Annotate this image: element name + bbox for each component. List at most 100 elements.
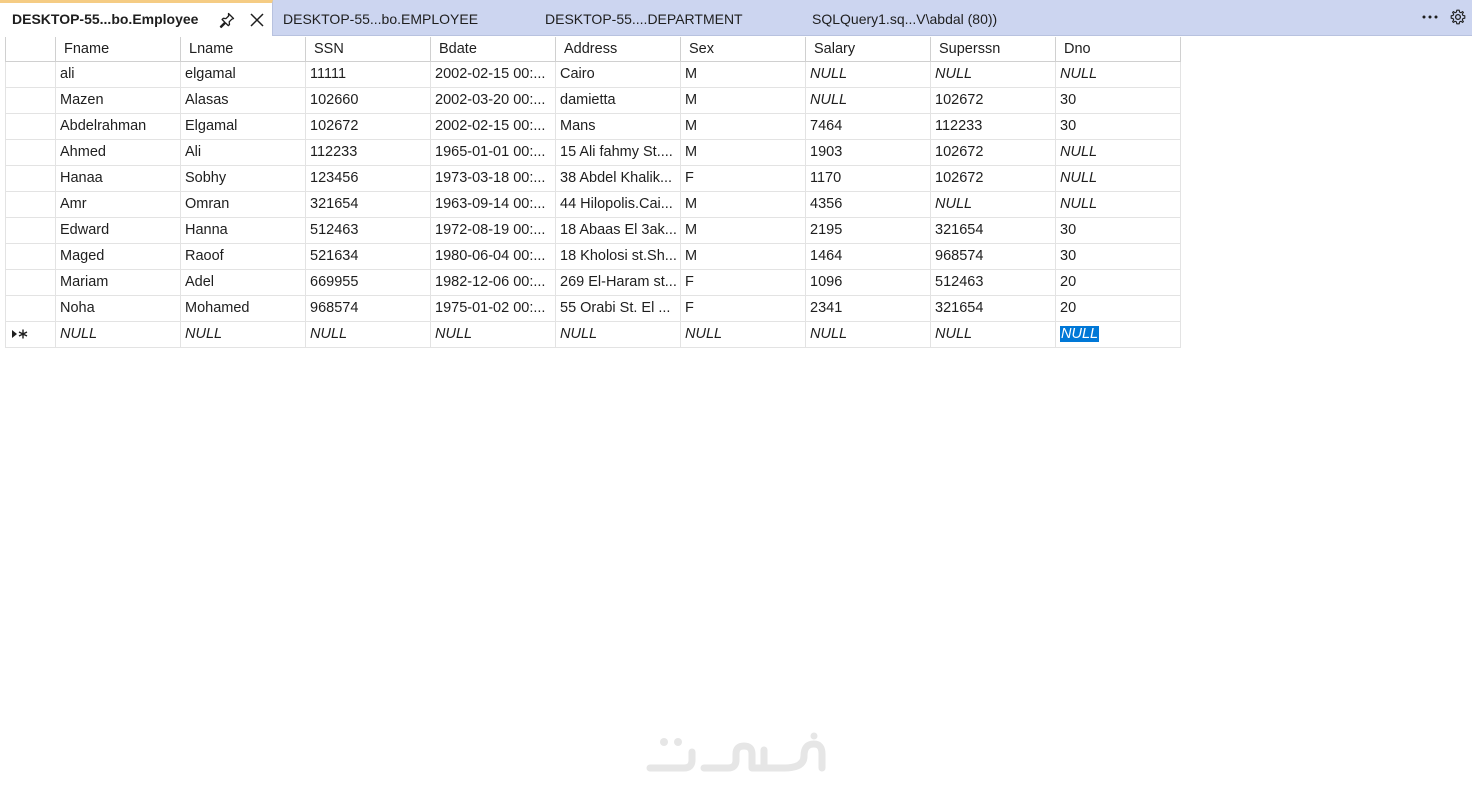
cell-lname[interactable]: Hanna (180, 217, 306, 244)
cell-salary[interactable]: 1903 (805, 139, 931, 166)
cell-salary[interactable]: NULL (805, 87, 931, 114)
row-selector[interactable] (5, 139, 56, 166)
cell-superssn[interactable]: 102672 (930, 139, 1056, 166)
cell-ssn[interactable]: 968574 (305, 295, 431, 322)
cell-fname[interactable]: Abdelrahman (55, 113, 181, 140)
cell-lname[interactable]: Alasas (180, 87, 306, 114)
cell-sex[interactable]: M (680, 113, 806, 140)
table-row[interactable]: Ahmed Ali 112233 1965-01-01 00:... 15 Ali fa… (5, 139, 1181, 166)
column-header-bdate[interactable]: Bdate (430, 37, 556, 62)
cell-bdate[interactable]: 1982-12-06 00:... (430, 269, 556, 296)
new-cell-salary[interactable]: NULL (805, 321, 931, 348)
cell-bdate[interactable]: 1975-01-02 00:... (430, 295, 556, 322)
cell-sex[interactable]: M (680, 243, 806, 270)
new-cell-dno[interactable]: NULL (1055, 321, 1181, 348)
cell-salary[interactable]: 4356 (805, 191, 931, 218)
cell-superssn[interactable]: 102672 (930, 87, 1056, 114)
cell-salary[interactable]: 7464 (805, 113, 931, 140)
cell-sex[interactable]: F (680, 269, 806, 296)
row-selector[interactable] (5, 243, 56, 270)
cell-lname[interactable]: Ali (180, 139, 306, 166)
selected-cell-value[interactable]: NULL (1060, 326, 1100, 342)
cell-sex[interactable]: F (680, 165, 806, 192)
cell-salary[interactable]: 2195 (805, 217, 931, 244)
cell-address[interactable]: 15 Ali fahmy St.... (555, 139, 681, 166)
cell-fname[interactable]: Amr (55, 191, 181, 218)
cell-fname[interactable]: Edward (55, 217, 181, 244)
column-header-fname[interactable]: Fname (55, 37, 181, 62)
cell-ssn[interactable]: 11111 (305, 61, 431, 88)
cell-dno[interactable]: 20 (1055, 269, 1181, 296)
table-row[interactable]: Abdelrahman Elgamal 102672 2002-02-15 00:..… (5, 113, 1181, 140)
cell-bdate[interactable]: 2002-02-15 00:... (430, 61, 556, 88)
cell-dno[interactable]: 30 (1055, 217, 1181, 244)
cell-address[interactable]: 269 El-Haram st... (555, 269, 681, 296)
cell-dno[interactable]: NULL (1055, 165, 1181, 192)
cell-lname[interactable]: Mohamed (180, 295, 306, 322)
table-row[interactable]: Mariam Adel 669955 1982-12-06 00:... 269 El-… (5, 269, 1181, 296)
column-header-sex[interactable]: Sex (680, 37, 806, 62)
table-row[interactable]: Maged Raoof 521634 1980-06-04 00:... 18 Khol… (5, 243, 1181, 270)
new-cell-sex[interactable]: NULL (680, 321, 806, 348)
cell-sex[interactable]: F (680, 295, 806, 322)
table-row[interactable]: ali elgamal 11111 2002-02-15 00:... Cairo M NU… (5, 61, 1181, 88)
table-row[interactable]: Mazen Alasas 102660 2002-03-20 00:... damiet… (5, 87, 1181, 114)
cell-dno[interactable]: 30 (1055, 113, 1181, 140)
tab-department[interactable]: DESKTOP-55....DEPARTMENT (545, 0, 743, 36)
tab-sqlquery[interactable]: SQLQuery1.sq...V\abdal (80)) (812, 0, 997, 36)
cell-ssn[interactable]: 521634 (305, 243, 431, 270)
cell-dno[interactable]: NULL (1055, 139, 1181, 166)
row-selector[interactable] (5, 165, 56, 192)
cell-sex[interactable]: M (680, 87, 806, 114)
cell-fname[interactable]: Mazen (55, 87, 181, 114)
row-selector[interactable] (5, 87, 56, 114)
pin-icon[interactable] (218, 11, 236, 29)
cell-lname[interactable]: Sobhy (180, 165, 306, 192)
column-header-lname[interactable]: Lname (180, 37, 306, 62)
new-cell-address[interactable]: NULL (555, 321, 681, 348)
cell-fname[interactable]: Noha (55, 295, 181, 322)
cell-superssn[interactable]: 512463 (930, 269, 1056, 296)
new-cell-superssn[interactable]: NULL (930, 321, 1056, 348)
cell-superssn[interactable]: NULL (930, 61, 1056, 88)
cell-lname[interactable]: Adel (180, 269, 306, 296)
cell-sex[interactable]: M (680, 61, 806, 88)
cell-salary[interactable]: 2341 (805, 295, 931, 322)
cell-superssn[interactable]: NULL (930, 191, 1056, 218)
tab-employee-active[interactable]: DESKTOP-55...bo.Employee (0, 0, 273, 36)
cell-dno[interactable]: NULL (1055, 61, 1181, 88)
cell-address[interactable]: 38 Abdel Khalik... (555, 165, 681, 192)
new-cell-fname[interactable]: NULL (55, 321, 181, 348)
cell-fname[interactable]: ali (55, 61, 181, 88)
column-header-address[interactable]: Address (555, 37, 681, 62)
cell-ssn[interactable]: 102672 (305, 113, 431, 140)
row-selector[interactable] (5, 321, 56, 348)
new-cell-lname[interactable]: NULL (180, 321, 306, 348)
new-cell-ssn[interactable]: NULL (305, 321, 431, 348)
column-header-salary[interactable]: Salary (805, 37, 931, 62)
cell-ssn[interactable]: 512463 (305, 217, 431, 244)
cell-bdate[interactable]: 2002-02-15 00:... (430, 113, 556, 140)
cell-ssn[interactable]: 123456 (305, 165, 431, 192)
cell-bdate[interactable]: 1973-03-18 00:... (430, 165, 556, 192)
new-cell-bdate[interactable]: NULL (430, 321, 556, 348)
cell-ssn[interactable]: 321654 (305, 191, 431, 218)
cell-salary[interactable]: NULL (805, 61, 931, 88)
cell-ssn[interactable]: 669955 (305, 269, 431, 296)
cell-lname[interactable]: Raoof (180, 243, 306, 270)
cell-fname[interactable]: Maged (55, 243, 181, 270)
row-selector[interactable] (5, 191, 56, 218)
cell-ssn[interactable]: 102660 (305, 87, 431, 114)
cell-salary[interactable]: 1464 (805, 243, 931, 270)
cell-dno[interactable]: 30 (1055, 87, 1181, 114)
column-header-superssn[interactable]: Superssn (930, 37, 1056, 62)
row-selector[interactable] (5, 269, 56, 296)
cell-bdate[interactable]: 2002-03-20 00:... (430, 87, 556, 114)
table-row[interactable]: Hanaa Sobhy 123456 1973-03-18 00:... 38 Abde… (5, 165, 1181, 192)
cell-address[interactable]: 55 Orabi St. El ... (555, 295, 681, 322)
row-selector[interactable] (5, 61, 56, 88)
table-row[interactable]: Noha Mohamed 968574 1975-01-02 00:... 55 Ora… (5, 295, 1181, 322)
cell-fname[interactable]: Hanaa (55, 165, 181, 192)
cell-superssn[interactable]: 321654 (930, 217, 1056, 244)
cell-ssn[interactable]: 112233 (305, 139, 431, 166)
